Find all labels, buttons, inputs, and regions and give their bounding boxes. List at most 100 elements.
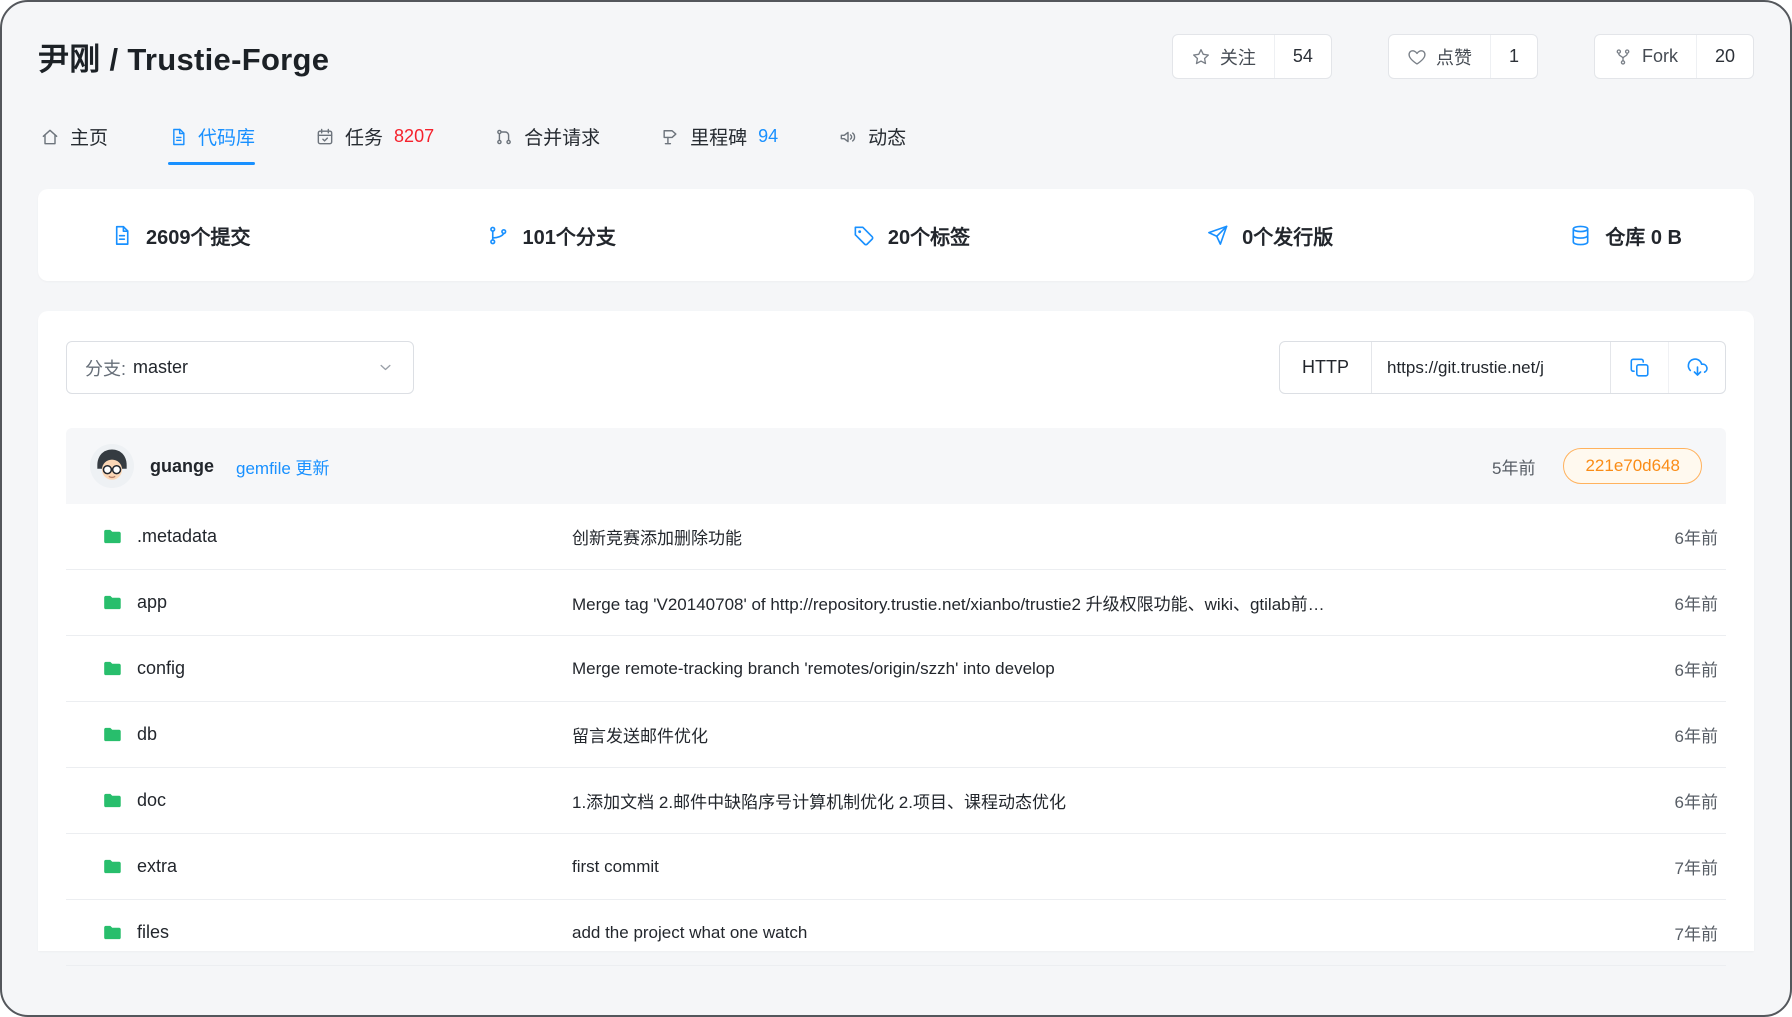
file-row[interactable]: files add the project what one watch 7年前 — [66, 900, 1726, 966]
repo-toolbar: 分支: master HTTP — [66, 341, 1726, 394]
file-row[interactable]: config Merge remote-tracking branch 'rem… — [66, 636, 1726, 702]
app-window: 尹刚 / Trustie-Forge 关注 54 点赞 1 — [0, 0, 1792, 1017]
stat-releases-label: 0个发行版 — [1242, 221, 1333, 250]
file-commit-message[interactable]: add the project what one watch — [572, 923, 1642, 943]
stat-tags-label: 20个标签 — [888, 221, 970, 250]
code-file-icon — [168, 127, 188, 147]
file-name[interactable]: doc — [137, 790, 166, 811]
branch-selector[interactable]: 分支: master — [66, 341, 414, 394]
tab-activity[interactable]: 动态 — [838, 123, 906, 165]
commit-message-link[interactable]: gemfile 更新 — [236, 454, 330, 479]
file-name-cell: .metadata — [66, 526, 572, 547]
file-time: 7年前 — [1642, 920, 1726, 945]
cloud-download-icon — [1686, 356, 1709, 379]
file-name[interactable]: config — [137, 658, 185, 679]
watch-label: 关注 — [1220, 44, 1256, 70]
file-commit-message[interactable]: 创新竞赛添加删除功能 — [572, 524, 1642, 549]
stat-releases[interactable]: 0个发行版 — [1206, 221, 1333, 250]
tab-issues-label: 任务 — [345, 123, 383, 150]
clone-protocol-button[interactable]: HTTP — [1280, 342, 1372, 393]
copy-url-button[interactable] — [1611, 342, 1668, 393]
file-name-cell: config — [66, 658, 572, 679]
branch-name: master — [133, 357, 188, 378]
file-name[interactable]: .metadata — [137, 526, 217, 547]
watch-button[interactable]: 关注 54 — [1172, 34, 1332, 79]
merge-request-icon — [494, 127, 514, 147]
file-commit-message[interactable]: 留言发送邮件优化 — [572, 722, 1642, 747]
stat-branches[interactable]: 101个分支 — [487, 221, 616, 250]
commit-author[interactable]: guange — [150, 456, 214, 477]
tab-code[interactable]: 代码库 — [168, 123, 255, 165]
watch-count: 54 — [1274, 35, 1331, 78]
repo-tabs: 主页 代码库 任务 8207 合并请求 里程碑 94 — [38, 123, 1754, 165]
tab-pulls[interactable]: 合并请求 — [494, 123, 600, 165]
tab-home[interactable]: 主页 — [40, 123, 108, 165]
file-row[interactable]: extra first commit 7年前 — [66, 834, 1726, 900]
clone-url-group: HTTP — [1279, 341, 1726, 394]
file-name[interactable]: app — [137, 592, 167, 613]
file-name[interactable]: files — [137, 922, 169, 943]
file-commit-message[interactable]: 1.添加文档 2.邮件中缺陷序号计算机制优化 2.项目、课程动态优化 — [572, 788, 1642, 813]
file-name-cell: doc — [66, 790, 572, 811]
tab-milestones[interactable]: 里程碑 94 — [660, 123, 778, 165]
file-row[interactable]: .metadata 创新竞赛添加删除功能 6年前 — [66, 504, 1726, 570]
file-time: 6年前 — [1642, 656, 1726, 681]
commit-time: 5年前 — [1492, 454, 1535, 479]
stat-storage[interactable]: 仓库 0 B — [1569, 221, 1682, 250]
latest-commit-row: guange gemfile 更新 5年前 221e70d648 — [66, 428, 1726, 504]
file-name-cell: extra — [66, 856, 572, 877]
fork-icon — [1613, 47, 1633, 67]
fork-button[interactable]: Fork 20 — [1594, 34, 1754, 79]
folder-icon — [102, 592, 123, 613]
download-button[interactable] — [1668, 342, 1725, 393]
watch-button-main: 关注 — [1173, 35, 1274, 78]
folder-icon — [102, 790, 123, 811]
tab-issues[interactable]: 任务 8207 — [315, 123, 434, 165]
tab-activity-label: 动态 — [868, 123, 906, 150]
file-row[interactable]: app Merge tag 'V20140708' of http://repo… — [66, 570, 1726, 636]
home-icon — [40, 127, 60, 147]
file-name[interactable]: db — [137, 724, 157, 745]
page-title: 尹刚 / Trustie-Forge — [38, 34, 329, 79]
file-commit-message[interactable]: Merge tag 'V20140708' of http://reposito… — [572, 590, 1642, 615]
folder-icon — [102, 856, 123, 877]
milestone-icon — [660, 127, 680, 147]
file-row[interactable]: db 留言发送邮件优化 6年前 — [66, 702, 1726, 768]
avatar[interactable] — [90, 444, 134, 488]
repo-main-card: 分支: master HTTP — [38, 311, 1754, 951]
tab-milestones-badge: 94 — [758, 126, 778, 147]
praise-count: 1 — [1490, 35, 1537, 78]
folder-icon — [102, 658, 123, 679]
tab-issues-badge: 8207 — [394, 126, 434, 147]
stat-tags[interactable]: 20个标签 — [852, 221, 970, 250]
speaker-icon — [838, 127, 858, 147]
fork-count: 20 — [1696, 35, 1753, 78]
page-header: 尹刚 / Trustie-Forge 关注 54 点赞 1 — [38, 2, 1754, 79]
heart-icon — [1407, 47, 1427, 67]
stat-commits-label: 2609个提交 — [146, 221, 251, 250]
clone-url-input[interactable] — [1372, 358, 1610, 378]
database-icon — [1569, 224, 1592, 247]
stat-storage-label: 仓库 0 B — [1605, 221, 1682, 250]
file-name[interactable]: extra — [137, 856, 177, 877]
star-icon — [1191, 47, 1211, 67]
file-name-cell: files — [66, 922, 572, 943]
branch-prefix-label: 分支: — [85, 355, 126, 381]
praise-button[interactable]: 点赞 1 — [1388, 34, 1538, 79]
file-row[interactable]: doc 1.添加文档 2.邮件中缺陷序号计算机制优化 2.项目、课程动态优化 6… — [66, 768, 1726, 834]
folder-icon — [102, 526, 123, 547]
repo-stats-bar: 2609个提交 101个分支 20个标签 0个发行版 仓库 0 B — [38, 189, 1754, 281]
commit-sha-badge[interactable]: 221e70d648 — [1563, 448, 1702, 484]
tab-pulls-label: 合并请求 — [524, 123, 600, 150]
praise-label: 点赞 — [1436, 44, 1472, 70]
file-time: 6年前 — [1642, 788, 1726, 813]
paper-plane-icon — [1206, 224, 1229, 247]
file-name-cell: db — [66, 724, 572, 745]
fork-button-main: Fork — [1595, 35, 1696, 78]
stat-commits[interactable]: 2609个提交 — [110, 221, 251, 250]
chevron-down-icon — [376, 358, 395, 377]
file-commit-message[interactable]: first commit — [572, 857, 1642, 877]
copy-icon — [1629, 357, 1651, 379]
file-commit-message[interactable]: Merge remote-tracking branch 'remotes/or… — [572, 659, 1642, 679]
tag-icon — [852, 224, 875, 247]
